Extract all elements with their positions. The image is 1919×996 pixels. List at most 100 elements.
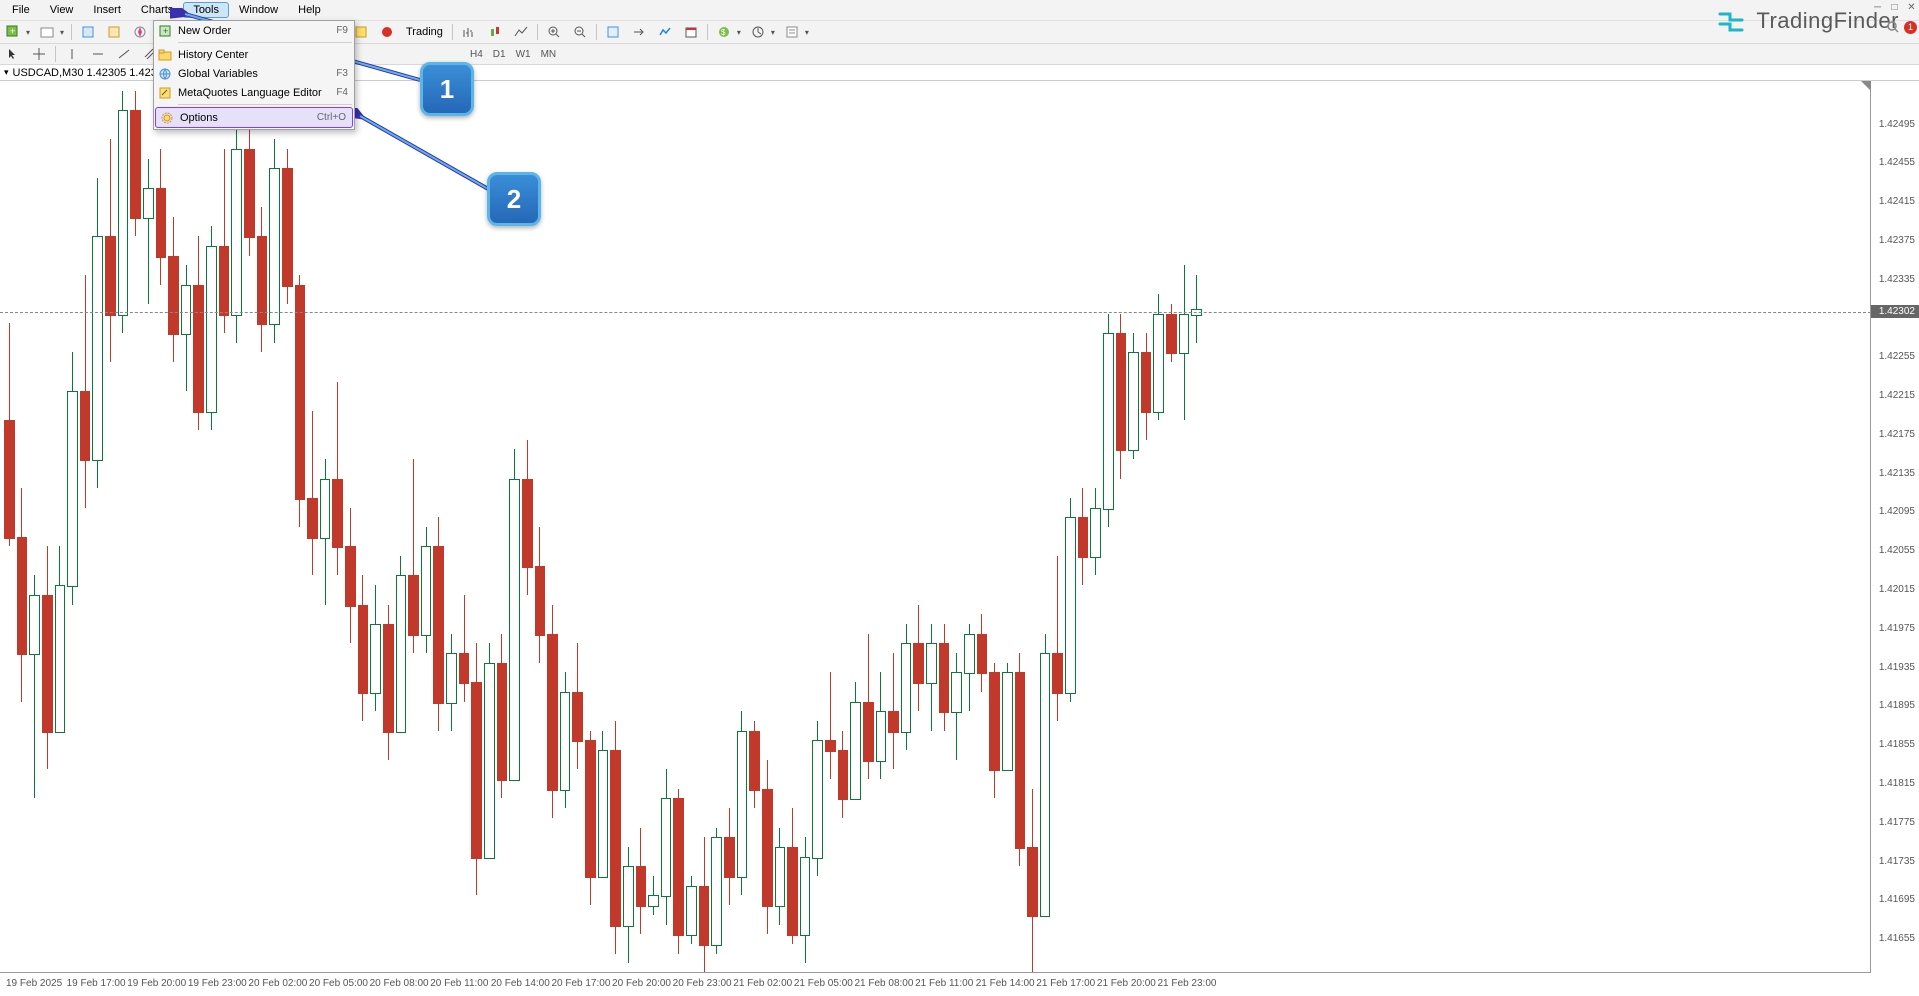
period-icon[interactable] [746,21,770,43]
menu-item-shortcut: Ctrl+O [317,112,346,123]
dropdown-icon[interactable]: ▾ [771,28,779,37]
candle [1116,81,1127,973]
template-icon[interactable] [780,21,804,43]
separator [707,24,708,40]
chart-area[interactable]: 1.424951.424551.424151.423751.423351.422… [0,81,1919,991]
yaxis-label: 1.42215 [1879,390,1915,401]
timeframe-w1[interactable]: W1 [512,47,535,62]
svg-text:+: + [10,26,15,36]
trendline-icon[interactable] [112,43,136,65]
candle [282,81,293,973]
dropdown-icon[interactable]: ▾ [60,28,68,37]
menu-item-new-order[interactable]: +New OrderF9 [154,21,354,40]
indicators-icon[interactable] [653,21,677,43]
candle [244,81,255,973]
xaxis-label: 20 Feb 17:00 [551,978,610,989]
xaxis-label: 20 Feb 08:00 [370,978,429,989]
menu-item-shortcut: F4 [336,87,348,98]
candle [686,81,697,973]
notification-badge[interactable]: 1 [1904,21,1917,34]
menu-window[interactable]: Window [229,2,288,18]
timeframe-h4[interactable]: H4 [466,47,487,62]
candlestick-plot[interactable] [0,81,1871,973]
crosshair-icon[interactable] [27,43,51,65]
new-chart-icon[interactable]: + [1,21,25,43]
yaxis-label: 1.42095 [1879,506,1915,517]
cursor-icon[interactable] [1,43,25,65]
chart-dropdown-icon[interactable]: ▾ [4,67,9,78]
candle [850,81,861,973]
menu-file[interactable]: File [2,2,40,18]
menu-separator [178,42,352,43]
search-icon[interactable] [1886,20,1900,34]
candle [1090,81,1101,973]
edit-icon [156,85,174,101]
periodicity-icon[interactable] [679,21,703,43]
candle [913,81,924,973]
candle [459,81,470,973]
candle [130,81,141,973]
data-window-icon[interactable] [102,21,126,43]
menu-item-history-center[interactable]: History Center [154,45,354,64]
close-icon[interactable]: ✕ [1906,2,1917,12]
yaxis-label: 1.41775 [1879,817,1915,828]
timeframe-mn[interactable]: MN [537,47,561,62]
candle [332,81,343,973]
auto-scroll-icon[interactable] [601,21,625,43]
hline-icon[interactable] [86,43,110,65]
candle [560,81,571,973]
menu-help[interactable]: Help [288,2,331,18]
xaxis-label: 19 Feb 17:00 [67,978,126,989]
candle [421,81,432,973]
candle [598,81,609,973]
market-watch-icon[interactable] [76,21,100,43]
dropdown-icon[interactable]: ▾ [805,28,813,37]
xaxis-label: 21 Feb 11:00 [915,978,973,989]
minimize-icon[interactable]: ─ [1872,2,1883,12]
candle [775,81,786,973]
bar-chart-icon[interactable] [457,21,481,43]
dropdown-icon[interactable]: ▾ [26,28,34,37]
notification-area: 1 [1886,20,1917,34]
candle [231,81,242,973]
candle [181,81,192,973]
candle [143,81,154,973]
candle-chart-icon[interactable] [483,21,507,43]
zoom-out-icon[interactable] [568,21,592,43]
menu-item-metaquotes-language-editor[interactable]: MetaQuotes Language EditorF4 [154,83,354,102]
autotrading-icon[interactable] [375,21,399,43]
menu-view[interactable]: View [40,2,84,18]
chart-shift-icon[interactable] [627,21,651,43]
zoom-in-icon[interactable] [542,21,566,43]
menu-item-global-variables[interactable]: Global VariablesF3 [154,64,354,83]
menu-item-label: New Order [178,25,336,37]
candle [1027,81,1038,973]
candle [547,81,558,973]
menu-insert[interactable]: Insert [83,2,131,18]
candle [1153,81,1164,973]
dropdown-icon[interactable]: ▾ [737,28,745,37]
menu-charts[interactable]: Charts [131,2,183,18]
navigator-icon[interactable] [128,21,152,43]
templates-icon[interactable]: $ [712,21,736,43]
timeframe-d1[interactable]: D1 [489,47,510,62]
xaxis-label: 21 Feb 05:00 [794,978,853,989]
line-chart-icon[interactable] [509,21,533,43]
candle [1128,81,1139,973]
candle [433,81,444,973]
candle [711,81,722,973]
menu-tools[interactable]: Tools [183,2,229,18]
separator [452,24,453,40]
separator [596,24,597,40]
yaxis-label: 1.41695 [1879,894,1915,905]
menu-item-options[interactable]: OptionsCtrl+O [155,107,353,128]
candle [80,81,91,973]
svg-text:+: + [163,26,168,36]
candle [838,81,849,973]
profiles-icon[interactable] [35,21,59,43]
candle [55,81,66,973]
vline-icon[interactable] [60,43,84,65]
xaxis-label: 20 Feb 11:00 [430,978,488,989]
autotrading-label[interactable]: Trading [400,26,449,38]
maximize-icon[interactable]: □ [1889,2,1900,12]
